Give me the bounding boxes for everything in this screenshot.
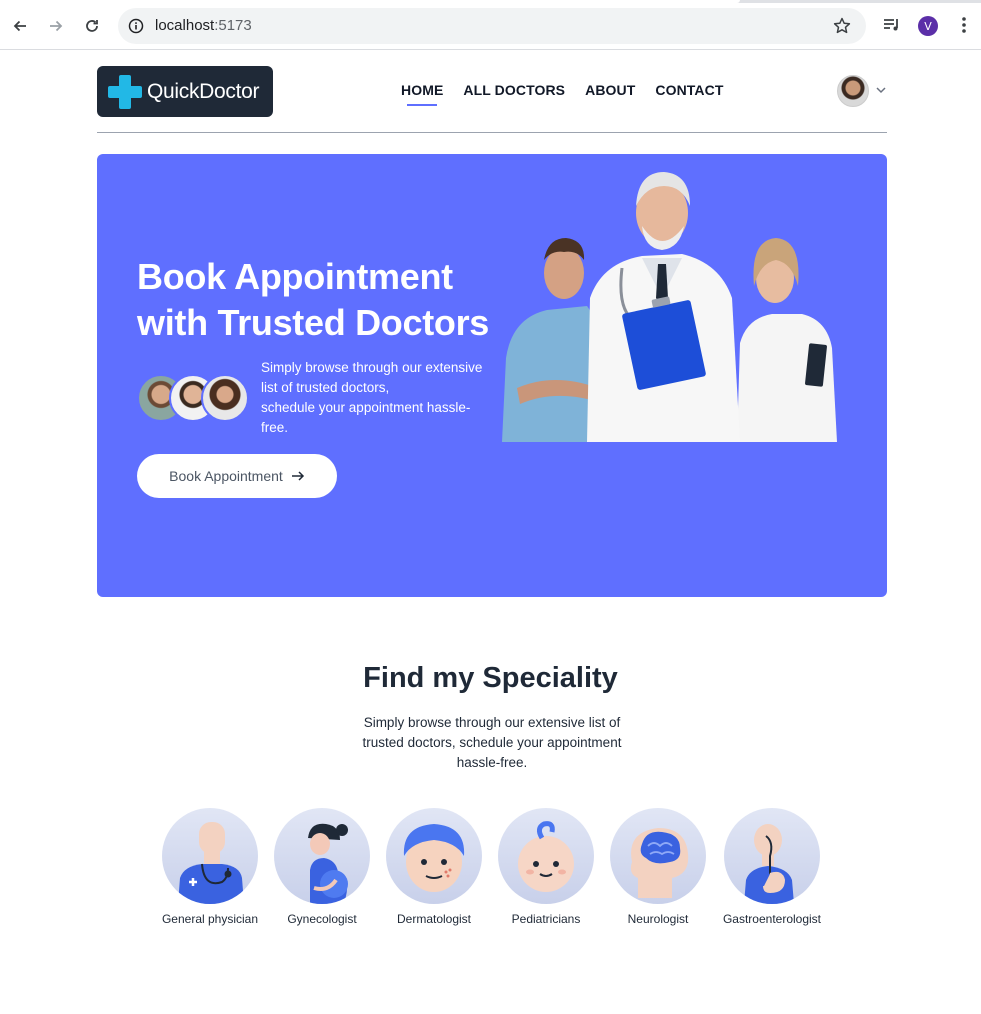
arrow-left-icon (13, 20, 26, 32)
speciality-pediatricians[interactable]: Pediatricians (486, 808, 606, 926)
gynecologist-icon (274, 808, 370, 904)
profile-button[interactable]: V (918, 16, 938, 36)
speciality-neurologist[interactable]: Neurologist (598, 808, 718, 926)
forward-button[interactable] (44, 14, 68, 38)
speciality-description: Simply browse through our extensive list… (362, 715, 622, 770)
speciality-label: Pediatricians (511, 912, 581, 926)
speciality-dermatologist[interactable]: Dermatologist (374, 808, 494, 926)
arrow-right-icon (291, 471, 304, 481)
back-button[interactable] (8, 14, 32, 38)
site-info-icon[interactable] (128, 18, 144, 34)
dermatologist-icon (386, 808, 482, 904)
speciality-general-physician[interactable]: General physician (150, 808, 270, 926)
user-avatar[interactable] (837, 75, 869, 107)
reload-button[interactable] (80, 14, 104, 38)
site-logo[interactable]: QuickDoctor (97, 66, 273, 117)
speciality-label: Gastroenterologist (722, 912, 822, 926)
speciality-gastroenterologist[interactable]: Gastroenterologist (712, 808, 832, 926)
avatar (201, 374, 249, 422)
speciality-gynecologist[interactable]: Gynecologist (262, 808, 382, 926)
book-appointment-button[interactable]: Book Appointment (137, 454, 337, 498)
speciality-label: Dermatologist (396, 912, 472, 926)
general-physician-icon (162, 808, 258, 904)
kebab-menu-icon[interactable] (955, 14, 973, 36)
hero-banner: Book Appointment with Trusted Doctors Si… (97, 154, 887, 597)
nav-home[interactable]: HOME (401, 82, 443, 106)
medical-cross-icon (108, 74, 142, 109)
nav-contact[interactable]: CONTACT (655, 82, 723, 98)
book-appointment-label: Book Appointment (169, 468, 283, 484)
logo-text: QuickDoctor (147, 79, 260, 103)
url-host: localhost (155, 17, 215, 34)
main-nav: HOME ALL DOCTORS ABOUT CONTACT (401, 82, 724, 106)
speciality-title: Find my Speciality (363, 662, 618, 694)
hero-description: Simply browse through our extensive list… (261, 358, 491, 438)
header-divider (97, 132, 887, 133)
url-port: :5173 (214, 17, 252, 34)
address-bar[interactable]: localhost:5173 (118, 8, 866, 44)
pediatrician-icon (498, 808, 594, 904)
doctors-group-image (502, 172, 837, 442)
bookmark-star-icon[interactable] (832, 16, 852, 36)
active-tab-edge (0, 0, 740, 3)
reload-icon (86, 20, 98, 32)
nav-about[interactable]: ABOUT (585, 82, 635, 98)
url-text: localhost:5173 (155, 17, 252, 34)
hero-title-line-1: Book Appointment (137, 256, 453, 297)
hero-title-line-2: with Trusted Doctors (137, 302, 490, 343)
media-control-icon[interactable] (881, 14, 903, 36)
hero-description-line-2: schedule your appointment hassle-free. (261, 400, 471, 435)
neurologist-icon (610, 808, 706, 904)
chevron-down-icon[interactable] (875, 84, 887, 96)
arrow-right-icon (50, 20, 63, 32)
speciality-label: Neurologist (627, 912, 689, 926)
doctor-group-avatars (137, 374, 249, 424)
gastroenterologist-icon (724, 808, 820, 904)
speciality-label: Gynecologist (287, 912, 357, 926)
hero-description-line-1: Simply browse through our extensive list… (261, 360, 483, 395)
speciality-label: General physician (161, 912, 259, 926)
hero-title: Book Appointment with Trusted Doctors (137, 254, 517, 346)
browser-toolbar: localhost:5173 V (0, 0, 981, 50)
nav-all-doctors[interactable]: ALL DOCTORS (463, 82, 565, 98)
